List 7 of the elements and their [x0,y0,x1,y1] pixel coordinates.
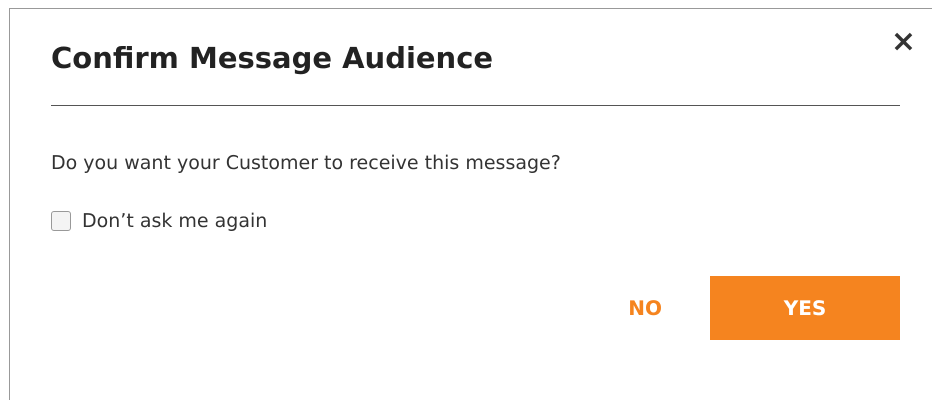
close-button[interactable]: × [886,27,920,57]
message-text: Do you want your Customer to receive this message? [51,152,562,174]
checkbox[interactable] [51,211,71,231]
yes-button[interactable]: YES [710,276,900,340]
dialog-title: Confirm Message Audience [51,41,494,75]
no-button[interactable]: NO [622,290,668,326]
checkbox-label: Don’t ask me again [82,210,268,232]
